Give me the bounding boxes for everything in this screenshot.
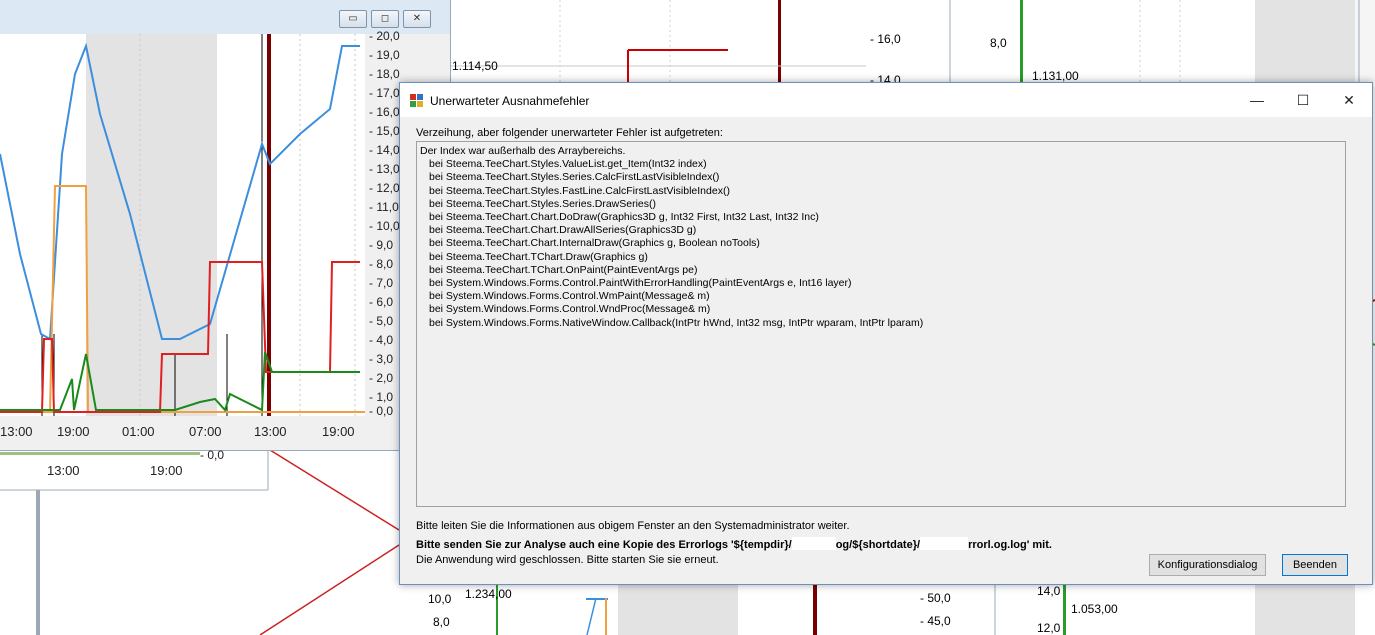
background-chart-window: ▭ ◻ ✕ - 20,0 - 19,0 - 18,0 - 17,0 - 16,0… bbox=[0, 0, 451, 451]
errorlog-text-part2: og/${shortdate}/ bbox=[835, 539, 921, 551]
bottom-right-tick: 12,0 bbox=[1037, 621, 1061, 635]
time-label: 13:00 bbox=[254, 424, 287, 439]
maximize-button[interactable]: ☐ bbox=[1280, 83, 1326, 117]
bottom-chart-tick: - 45,0 bbox=[920, 614, 951, 628]
axis-tick: - 0,0 bbox=[369, 404, 394, 418]
bottom-chart-tick: - 50,0 bbox=[920, 591, 951, 605]
time-label: 19:00 bbox=[322, 424, 355, 439]
axis-tick: - 13,0 bbox=[369, 162, 400, 176]
trace-line: bei Steema.TeeChart.TChart.OnPaint(Paint… bbox=[429, 263, 698, 276]
bottom-chart-tick: 8,0 bbox=[433, 615, 450, 629]
axis-tick: - 2,0 bbox=[369, 371, 394, 385]
axis-tick: - 11,0 bbox=[369, 200, 399, 214]
redacted-block bbox=[920, 537, 969, 550]
lower-time-label: 19:00 bbox=[150, 463, 183, 478]
trace-line: bei Steema.TeeChart.Styles.FastLine.Calc… bbox=[429, 184, 730, 197]
trace-header: Der Index war außerhalb des Arraybereich… bbox=[420, 145, 626, 157]
dialog-titlebar[interactable]: Unerwarteter Ausnahmefehler — ☐ ✕ bbox=[400, 83, 1372, 117]
axis-tick: - 4,0 bbox=[369, 333, 394, 347]
axis-tick: - 19,0 bbox=[369, 48, 400, 62]
exception-dialog: Unerwarteter Ausnahmefehler — ☐ ✕ Verzei… bbox=[399, 82, 1373, 585]
trace-line: bei System.Windows.Forms.NativeWindow.Ca… bbox=[429, 316, 924, 329]
bottom-right-value: 1.053,00 bbox=[1071, 602, 1118, 616]
axis-tick: - 15,0 bbox=[369, 124, 400, 138]
time-label: 13:00 bbox=[0, 424, 33, 439]
config-dialog-button[interactable]: Konfigurationsdialog bbox=[1149, 554, 1266, 576]
trace-line: bei Steema.TeeChart.Chart.DoDraw(Graphic… bbox=[429, 211, 819, 224]
axis-tick: - 16,0 bbox=[369, 105, 400, 119]
errorlog-text-part3: rrorl.og.log' mit. bbox=[968, 539, 1052, 551]
axis-tick: - 7,0 bbox=[369, 276, 394, 290]
trace-line: bei Steema.TeeChart.Styles.ValueList.get… bbox=[429, 158, 707, 171]
errorlog-info-text: Bitte senden Sie zur Analyse auch eine K… bbox=[416, 537, 1052, 551]
exit-button[interactable]: Beenden bbox=[1282, 554, 1348, 576]
axis-tick: - 14,0 bbox=[369, 143, 400, 157]
close-button[interactable]: ✕ bbox=[1326, 83, 1372, 117]
admin-info-text: Bitte leiten Sie die Informationen aus o… bbox=[416, 520, 850, 532]
trace-line: bei System.Windows.Forms.Control.WndProc… bbox=[429, 303, 711, 316]
stacktrace-box[interactable]: Der Index war außerhalb des Arraybereich… bbox=[416, 141, 1346, 507]
app-icon bbox=[410, 94, 423, 107]
trace-line: bei System.Windows.Forms.Control.PaintWi… bbox=[429, 277, 852, 290]
minimize-button[interactable]: ▭ bbox=[339, 10, 367, 28]
bottom-chart-value: 1.234,00 bbox=[465, 587, 512, 601]
axis-tick: - 18,0 bbox=[369, 67, 400, 81]
axis-tick: - 9,0 bbox=[369, 238, 394, 252]
axis-tick: - 6,0 bbox=[369, 295, 394, 309]
trace-line: bei Steema.TeeChart.TChart.Draw(Graphics… bbox=[429, 250, 648, 263]
dialog-title: Unerwarteter Ausnahmefehler bbox=[430, 94, 590, 108]
right-chart-tick: 8,0 bbox=[990, 36, 1007, 50]
axis-tick: - 5,0 bbox=[369, 314, 394, 328]
mid-chart-value: 1.114,50 bbox=[452, 59, 498, 73]
axis-tick: - 8,0 bbox=[369, 257, 394, 271]
axis-tick: - 3,0 bbox=[369, 352, 394, 366]
right-chart-value: 1.131,00 bbox=[1032, 69, 1079, 83]
trace-line: bei Steema.TeeChart.Styles.Series.DrawSe… bbox=[429, 197, 657, 210]
close-button[interactable]: ✕ bbox=[403, 10, 431, 28]
error-intro-text: Verzeihung, aber folgender unerwarteter … bbox=[416, 127, 723, 139]
bottom-right-tick: 14,0 bbox=[1037, 584, 1061, 598]
axis-tick: - 12,0 bbox=[369, 181, 400, 195]
redacted-block bbox=[791, 537, 836, 550]
axis-tick: - 20,0 bbox=[369, 29, 400, 43]
lower-time-label: 13:00 bbox=[47, 463, 80, 478]
time-label: 07:00 bbox=[189, 424, 222, 439]
errorlog-text-part1: Bitte senden Sie zur Analyse auch eine K… bbox=[416, 539, 792, 551]
axis-tick: - 17,0 bbox=[369, 86, 400, 100]
trace-line: bei Steema.TeeChart.Chart.DrawAllSeries(… bbox=[429, 224, 697, 237]
axis-tick: - 10,0 bbox=[369, 219, 400, 233]
minimize-button[interactable]: — bbox=[1234, 83, 1280, 117]
restore-button[interactable]: ◻ bbox=[371, 10, 399, 28]
time-label: 01:00 bbox=[122, 424, 155, 439]
trace-line: bei Steema.TeeChart.Chart.InternalDraw(G… bbox=[429, 237, 760, 250]
mid-chart-tick: - 16,0 bbox=[870, 32, 901, 46]
trace-line: bei System.Windows.Forms.Control.WmPaint… bbox=[429, 290, 710, 303]
close-info-text: Die Anwendung wird geschlossen. Bitte st… bbox=[416, 554, 719, 566]
bottom-chart-tick: 10,0 bbox=[428, 592, 452, 606]
lower-axis-tick: - 0,0 bbox=[200, 448, 225, 462]
axis-tick: - 1,0 bbox=[369, 390, 394, 404]
time-label: 19:00 bbox=[57, 424, 90, 439]
trace-line: bei Steema.TeeChart.Styles.Series.CalcFi… bbox=[429, 171, 720, 184]
